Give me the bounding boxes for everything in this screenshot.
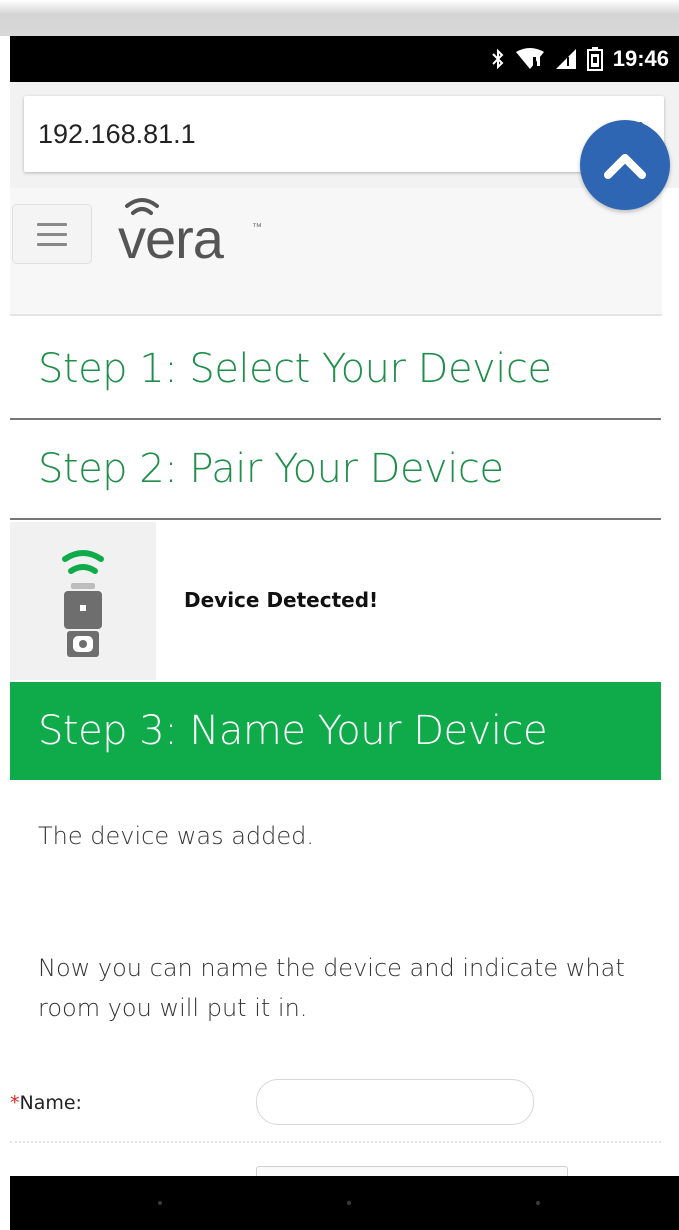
- device-name-input[interactable]: [256, 1079, 534, 1125]
- menu-button[interactable]: [12, 204, 92, 264]
- step-2-heading[interactable]: Step 2: Pair Your Device: [10, 420, 661, 520]
- system-nav-bar: [10, 1176, 679, 1230]
- hamburger-icon: [37, 222, 67, 226]
- device-thumbnail: [10, 522, 156, 680]
- battery-icon: [586, 47, 603, 71]
- device-detected-panel: Device Detected!: [10, 522, 661, 680]
- back-button[interactable]: [158, 1201, 162, 1205]
- device-detected-status: Device Detected!: [184, 588, 379, 612]
- device-edge: [0, 36, 10, 1230]
- logo-text: vera: [118, 207, 224, 270]
- device-bezel: [0, 0, 679, 36]
- bluetooth-icon: [491, 48, 505, 70]
- wifi-icon: [515, 48, 545, 70]
- browser-toolbar: 192.168.81.1: [10, 82, 679, 188]
- scroll-up-button[interactable]: [580, 120, 670, 210]
- url-bar[interactable]: 192.168.81.1: [24, 96, 664, 172]
- logo-trademark: ™: [252, 222, 262, 233]
- step-1-heading[interactable]: Step 1: Select Your Device: [10, 320, 661, 420]
- form-separator: [10, 1141, 661, 1143]
- vera-logo[interactable]: vera ™: [118, 194, 268, 274]
- name-label-text: Name:: [19, 1092, 82, 1114]
- required-marker: *: [10, 1092, 20, 1114]
- device-added-message: The device was added.: [38, 822, 314, 850]
- site-header: vera ™: [10, 188, 662, 316]
- page-edge: [662, 188, 679, 1176]
- home-button[interactable]: [347, 1201, 351, 1205]
- name-label: *Name:: [10, 1092, 82, 1114]
- status-time: 19:46: [612, 46, 669, 71]
- smart-plug-icon: [62, 550, 104, 657]
- chevron-up-icon: [604, 154, 646, 179]
- step-3-heading[interactable]: Step 3: Name Your Device: [10, 682, 661, 780]
- cell-signal-icon: [555, 48, 577, 70]
- status-bar: 19:46: [10, 36, 679, 82]
- url-text: 192.168.81.1: [38, 118, 196, 149]
- app-frame: 19:46 192.168.81.1 vera ™ Step 1: Select…: [0, 0, 679, 1230]
- recents-button[interactable]: [536, 1201, 540, 1205]
- naming-instructions: Now you can name the device and indicate…: [38, 954, 625, 1022]
